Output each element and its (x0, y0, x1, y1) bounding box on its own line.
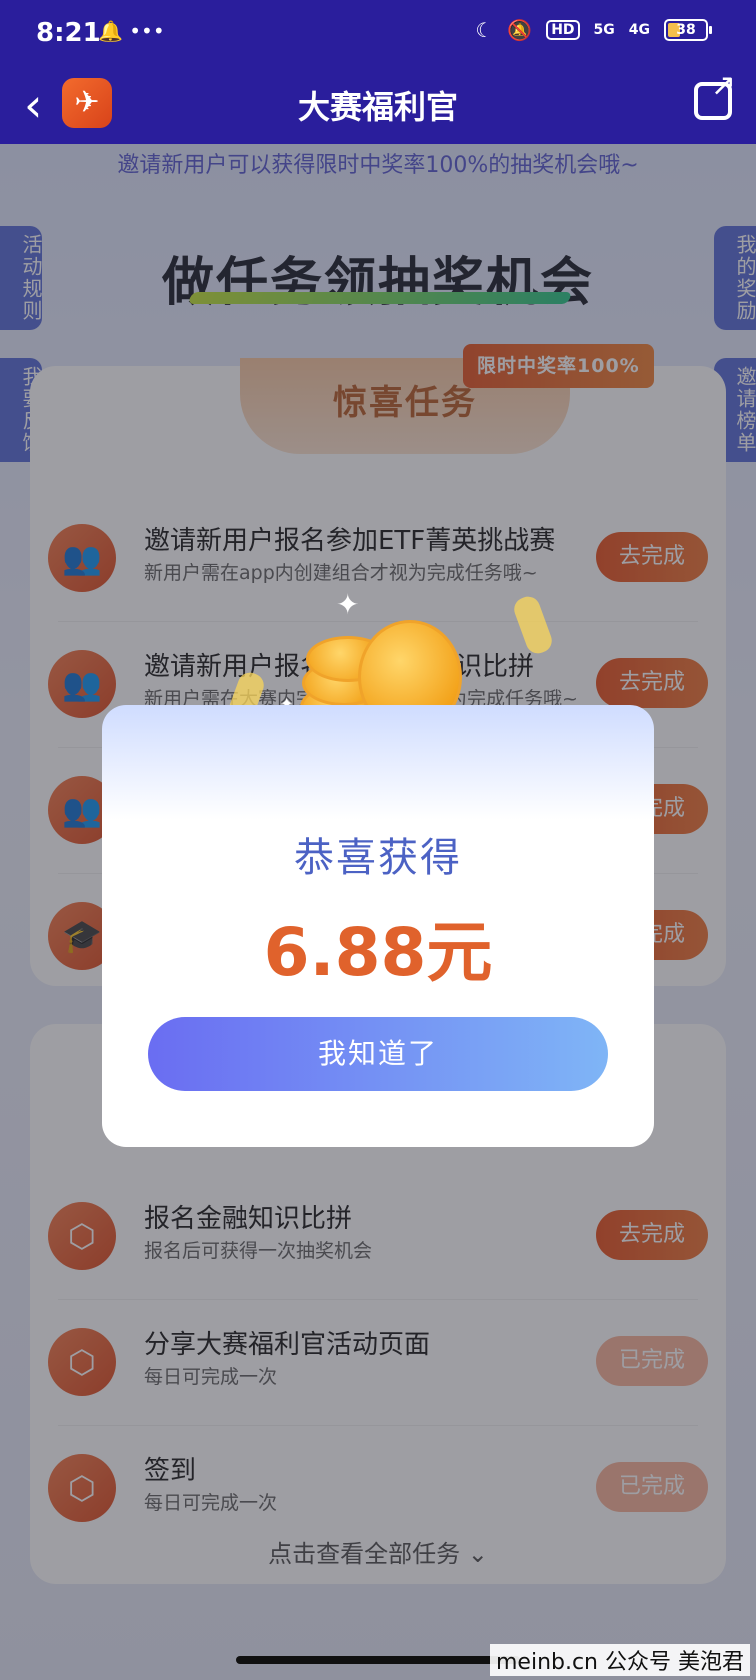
status-bar: 8:21 🔔 ••• ☾ 🔕 HD 5G 4G 38 (0, 0, 756, 70)
battery-icon: 38 (664, 19, 712, 41)
status-time: 8:21 (36, 18, 101, 48)
watermark: meinb.cn 公众号 美泡君 (489, 1644, 750, 1676)
page-title: 大赛福利官 (297, 88, 458, 126)
reward-amount: 6.88元 (263, 914, 493, 991)
acknowledge-button[interactable]: 我知道了 (148, 1017, 608, 1091)
notification-icons: 🔔 ••• (98, 19, 165, 43)
modal-title: 恭喜获得 (294, 835, 462, 881)
share-icon[interactable] (694, 68, 736, 120)
sparkle-icon: ✦ (336, 588, 360, 621)
signal-4g-icon: 4G (628, 22, 650, 38)
status-icons: ☾ 🔕 HD 5G 4G 38 (475, 18, 712, 42)
moon-icon: ☾ (475, 18, 494, 42)
home-indicator[interactable] (236, 1656, 520, 1664)
nav-bar: ‹ ✈ 大赛福利官 (0, 68, 756, 144)
hd-icon: HD (546, 20, 580, 40)
signal-5g-icon: 5G (593, 22, 615, 38)
mute-bell-icon: 🔕 (507, 18, 533, 42)
reward-modal: 恭喜获得 6.88元 我知道了 (102, 705, 654, 1147)
